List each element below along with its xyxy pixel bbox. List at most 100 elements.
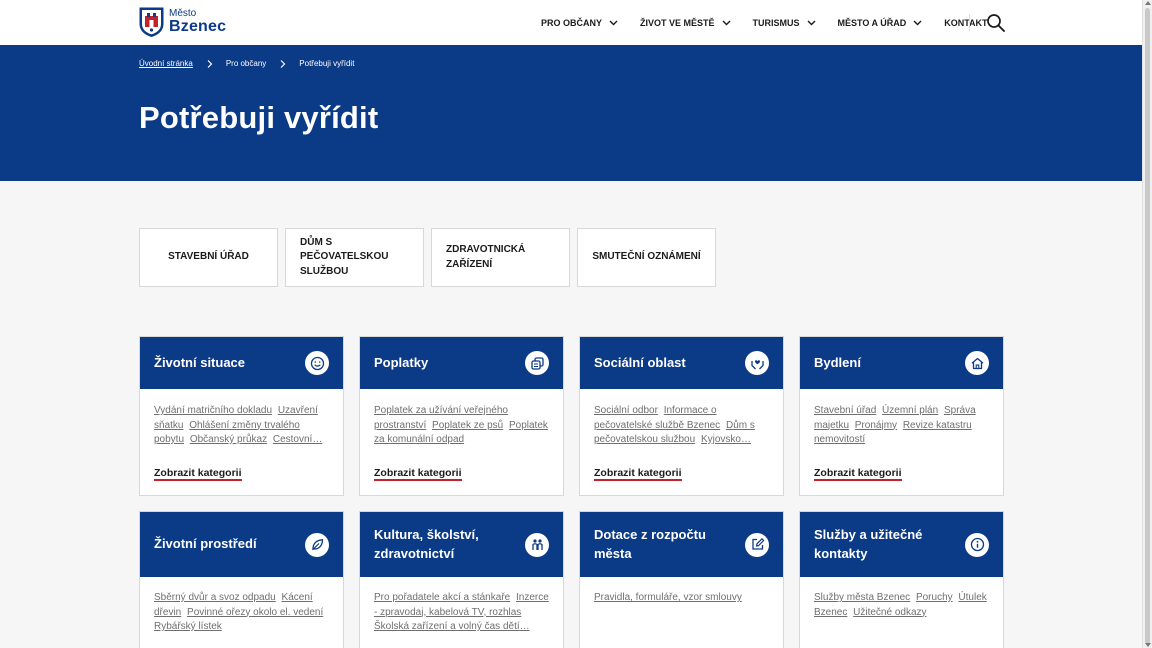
card-link[interactable]: Užitečné odkazy xyxy=(853,607,926,618)
page-title: Potřebuji vyřídit xyxy=(139,100,379,135)
card-body: Stavební úřad Územní plán Správa majetku… xyxy=(800,389,1003,495)
quick-tile-zdravotnicka-zarizeni[interactable]: Zdravotnická zařízení xyxy=(431,228,570,287)
card-links: Pro pořadatele akcí a stánkaře Inzerce -… xyxy=(374,591,549,635)
smile-icon xyxy=(305,351,329,375)
card-link[interactable]: Cestovní… xyxy=(273,434,322,445)
card-title: Dotace z rozpočtu města xyxy=(594,527,706,561)
nav-label: Turismus xyxy=(752,17,800,28)
card-title: Bydlení xyxy=(814,354,861,370)
quick-tile-label: Zdravotnická zařízení xyxy=(446,244,526,270)
people-icon xyxy=(525,532,549,557)
card-body: Poplatek za užívání veřejného prostranst… xyxy=(360,389,563,495)
card-link[interactable]: Pronájmy xyxy=(855,420,897,431)
card-link[interactable]: Poruchy xyxy=(916,592,953,603)
site-logo[interactable]: Město Bzenec xyxy=(139,7,226,37)
card-link[interactable]: Školská zařízení a volný čas dětí… xyxy=(374,621,530,632)
card-links: Pravidla, formuláře, vzor smlouvy xyxy=(594,591,769,635)
show-category-link[interactable]: Zobrazit kategorii xyxy=(594,467,682,481)
card-link[interactable]: Sociální odbor xyxy=(594,405,658,416)
card-links: Poplatek za užívání veřejného prostranst… xyxy=(374,404,549,448)
nav-item-turismus[interactable]: Turismus xyxy=(753,18,816,28)
nav-item-pro-obcany[interactable]: Pro občany xyxy=(541,18,618,28)
card-header[interactable]: Poplatky xyxy=(360,337,563,389)
card-header[interactable]: Dotace z rozpočtu města xyxy=(580,512,783,577)
home-icon xyxy=(965,351,989,375)
nav-label: Město a úřad xyxy=(837,17,907,28)
card-body: Sociální odbor Informace o pečovatelské … xyxy=(580,389,783,495)
card-link[interactable]: Povinné ořezy okolo el. vedení xyxy=(187,607,323,618)
nav-item-kontakt[interactable]: Kontakt xyxy=(944,18,987,28)
nav-item-zivot-ve-meste[interactable]: Život ve městě xyxy=(640,18,731,28)
card-link[interactable]: Územní plán xyxy=(882,405,938,416)
card-link[interactable]: Rybářský lístek xyxy=(154,621,222,632)
card-body: Sběrný dvůr a svoz odpadu Kácení dřevin … xyxy=(140,577,343,648)
nav-label: Pro občany xyxy=(541,17,603,28)
quick-tile-label: Smuteční oznámení xyxy=(592,251,701,263)
category-card-sluzby-kontakty: Služby a užitečné kontakty Služby města … xyxy=(799,511,1004,648)
card-body: Pravidla, formuláře, vzor smlouvy xyxy=(580,577,783,648)
city-crest-icon xyxy=(139,7,164,37)
card-title: Životní situace xyxy=(154,354,246,370)
show-category-link[interactable]: Zobrazit kategorii xyxy=(374,467,462,481)
nav-divider xyxy=(969,14,970,31)
card-link[interactable]: Pro pořadatele akcí a stánkaře xyxy=(374,592,510,603)
card-links: Sběrný dvůr a svoz odpadu Kácení dřevin … xyxy=(154,591,329,635)
nav-item-mesto-a-urad[interactable]: Město a úřad xyxy=(838,18,923,28)
breadcrumb-link-home[interactable]: Úvodní stránka xyxy=(139,59,193,68)
leaf-icon xyxy=(305,532,329,557)
scrollbar-thumb[interactable] xyxy=(1145,8,1150,644)
card-body: Vydání matričního dokladu Uzavření sňatk… xyxy=(140,389,343,495)
category-cards: Životní situace Vydání matričního doklad… xyxy=(139,336,1004,648)
vertical-scrollbar[interactable] xyxy=(1142,0,1152,648)
scroll-down-arrow-icon[interactable] xyxy=(1145,643,1151,647)
card-links: Sociální odbor Informace o pečovatelské … xyxy=(594,404,769,448)
category-card-poplatky: Poplatky Poplatek za užívání veřejného p… xyxy=(359,336,564,496)
scroll-up-arrow-icon[interactable] xyxy=(1145,1,1151,5)
card-link[interactable]: Stavební úřad xyxy=(814,405,876,416)
logo-city-name: Bzenec xyxy=(169,18,227,35)
card-body: Pro pořadatele akcí a stánkaře Inzerce -… xyxy=(360,577,563,648)
show-category-link[interactable]: Zobrazit kategorii xyxy=(154,467,242,481)
card-links: Vydání matričního dokladu Uzavření sňatk… xyxy=(154,404,329,448)
quick-links: Stavební úřad Dům s pečovatelskou službo… xyxy=(139,228,716,287)
breadcrumb: Úvodní stránka Pro občany Potřebuji vyří… xyxy=(139,59,354,68)
card-header[interactable]: Bydlení xyxy=(800,337,1003,389)
card-title: Životní prostředí xyxy=(154,536,257,552)
quick-tile-smutecni-oznameni[interactable]: Smuteční oznámení xyxy=(577,228,716,287)
card-link[interactable]: Služby města Bzenec xyxy=(814,592,910,603)
card-header[interactable]: Kultura, školství, zdravotnictví xyxy=(360,512,563,577)
category-card-zivotni-situace: Životní situace Vydání matričního doklad… xyxy=(139,336,344,496)
nav-label: Život ve městě xyxy=(640,17,715,28)
card-link[interactable]: Vydání matričního dokladu xyxy=(154,405,272,416)
edit-icon xyxy=(745,532,769,557)
chevron-right-icon xyxy=(207,59,213,68)
card-title: Poplatky xyxy=(374,354,429,370)
card-link[interactable]: Pravidla, formuláře, vzor smlouvy xyxy=(594,592,742,603)
page-hero: Úvodní stránka Pro občany Potřebuji vyří… xyxy=(0,45,1142,181)
hands-heart-icon xyxy=(745,351,769,375)
quick-tile-label: Dům s pečovatelskou službou xyxy=(300,236,389,277)
category-card-bydleni: Bydlení Stavební úřad Územní plán Správa… xyxy=(799,336,1004,496)
card-header[interactable]: Služby a užitečné kontakty xyxy=(800,512,1003,577)
card-link[interactable]: Poplatek ze psů xyxy=(432,420,503,431)
card-header[interactable]: Sociální oblast xyxy=(580,337,783,389)
quick-tile-dps[interactable]: Dům s pečovatelskou službou xyxy=(285,228,424,287)
card-title: Sociální oblast xyxy=(594,354,686,370)
show-category-link[interactable]: Zobrazit kategorii xyxy=(814,467,902,481)
chevron-down-icon xyxy=(722,20,731,25)
nav-label: Kontakt xyxy=(944,17,988,28)
card-header[interactable]: Životní prostředí xyxy=(140,512,343,577)
chevron-right-icon xyxy=(280,59,286,68)
coins-icon xyxy=(525,351,549,375)
search-icon[interactable] xyxy=(986,13,1005,32)
chevron-down-icon xyxy=(913,20,922,25)
card-link[interactable]: Občanský průkaz xyxy=(190,434,267,445)
card-link[interactable]: Kyjovsko… xyxy=(701,434,751,445)
card-link[interactable]: Sběrný dvůr a svoz odpadu xyxy=(154,592,276,603)
category-card-kultura-skolstvi: Kultura, školství, zdravotnictví Pro poř… xyxy=(359,511,564,648)
breadcrumb-link-pro-obcany[interactable]: Pro občany xyxy=(226,59,266,68)
category-card-dotace: Dotace z rozpočtu města Pravidla, formul… xyxy=(579,511,784,648)
breadcrumb-current: Potřebuji vyřídit xyxy=(299,59,355,68)
card-header[interactable]: Životní situace xyxy=(140,337,343,389)
quick-tile-stavebni-urad[interactable]: Stavební úřad xyxy=(139,228,278,287)
